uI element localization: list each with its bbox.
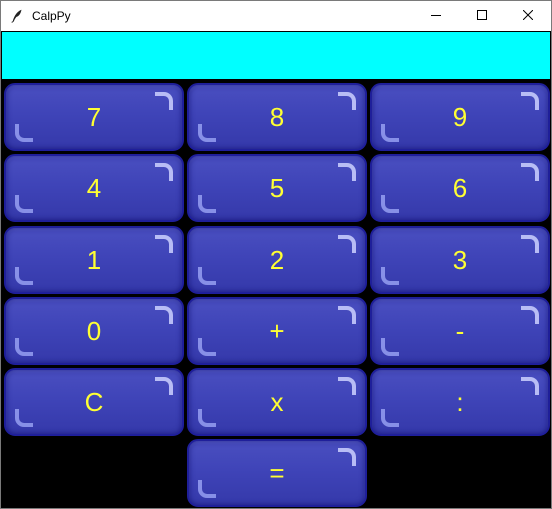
corner-highlight — [198, 338, 216, 356]
key-5-button[interactable]: 5 — [187, 154, 367, 222]
multiply-button[interactable]: x — [187, 368, 367, 436]
corner-highlight — [198, 480, 216, 498]
key-label: 9 — [452, 102, 468, 132]
key-label: 5 — [269, 173, 285, 203]
maximize-button[interactable] — [459, 1, 505, 31]
corner-highlight — [521, 163, 539, 181]
key-label: 3 — [452, 245, 468, 275]
key-label: 0 — [86, 316, 102, 346]
corner-highlight — [155, 377, 173, 395]
divide-button[interactable]: : — [370, 368, 550, 436]
corner-highlight — [198, 124, 216, 142]
key-4-button[interactable]: 4 — [4, 154, 184, 222]
corner-highlight — [381, 267, 399, 285]
corner-highlight — [338, 377, 356, 395]
key-7-button[interactable]: 7 — [4, 83, 184, 151]
title-bar[interactable]: CalpPy — [1, 1, 551, 31]
corner-highlight — [198, 195, 216, 213]
key-label: x — [270, 387, 284, 417]
equals-button[interactable]: = — [187, 439, 367, 507]
minimize-button[interactable] — [413, 1, 459, 31]
key-0-button[interactable]: 0 — [4, 297, 184, 365]
key-label: - — [455, 316, 465, 346]
corner-highlight — [521, 377, 539, 395]
corner-highlight — [521, 306, 539, 324]
key-label: 8 — [269, 102, 285, 132]
key-label: 6 — [452, 173, 468, 203]
clear-button[interactable]: C — [4, 368, 184, 436]
key-1-button[interactable]: 1 — [4, 226, 184, 294]
corner-highlight — [338, 306, 356, 324]
corner-highlight — [15, 124, 33, 142]
corner-highlight — [338, 235, 356, 253]
key-label: = — [269, 458, 285, 488]
corner-highlight — [198, 409, 216, 427]
corner-highlight — [338, 448, 356, 466]
corner-highlight — [15, 195, 33, 213]
corner-highlight — [15, 338, 33, 356]
calculator-display — [2, 32, 550, 79]
corner-highlight — [15, 409, 33, 427]
close-icon — [522, 7, 534, 25]
minimize-icon — [431, 7, 441, 25]
key-label: + — [269, 316, 285, 346]
close-button[interactable] — [505, 1, 551, 31]
corner-highlight — [381, 195, 399, 213]
corner-highlight — [15, 267, 33, 285]
corner-highlight — [338, 163, 356, 181]
maximize-icon — [477, 7, 487, 25]
key-3-button[interactable]: 3 — [370, 226, 550, 294]
corner-highlight — [155, 92, 173, 110]
key-label: C — [84, 387, 104, 417]
window-title: CalpPy — [32, 9, 71, 23]
key-label: 4 — [86, 173, 102, 203]
key-label: 7 — [86, 102, 102, 132]
corner-highlight — [521, 235, 539, 253]
corner-highlight — [338, 92, 356, 110]
key-6-button[interactable]: 6 — [370, 154, 550, 222]
key-label: 1 — [86, 245, 102, 275]
corner-highlight — [521, 92, 539, 110]
key-label: : — [456, 387, 464, 417]
key-9-button[interactable]: 9 — [370, 83, 550, 151]
plus-button[interactable]: + — [187, 297, 367, 365]
window-controls — [413, 1, 551, 31]
key-8-button[interactable]: 8 — [187, 83, 367, 151]
corner-highlight — [381, 124, 399, 142]
corner-highlight — [381, 338, 399, 356]
corner-highlight — [155, 306, 173, 324]
corner-highlight — [198, 267, 216, 285]
calculator-window: CalpPy 7 8 9 4 5 6 1 2 3 0 + - C x: = — [0, 0, 552, 509]
corner-highlight — [381, 409, 399, 427]
minus-button[interactable]: - — [370, 297, 550, 365]
key-2-button[interactable]: 2 — [187, 226, 367, 294]
feather-icon — [9, 8, 25, 24]
key-label: 2 — [269, 245, 285, 275]
corner-highlight — [155, 235, 173, 253]
corner-highlight — [155, 163, 173, 181]
